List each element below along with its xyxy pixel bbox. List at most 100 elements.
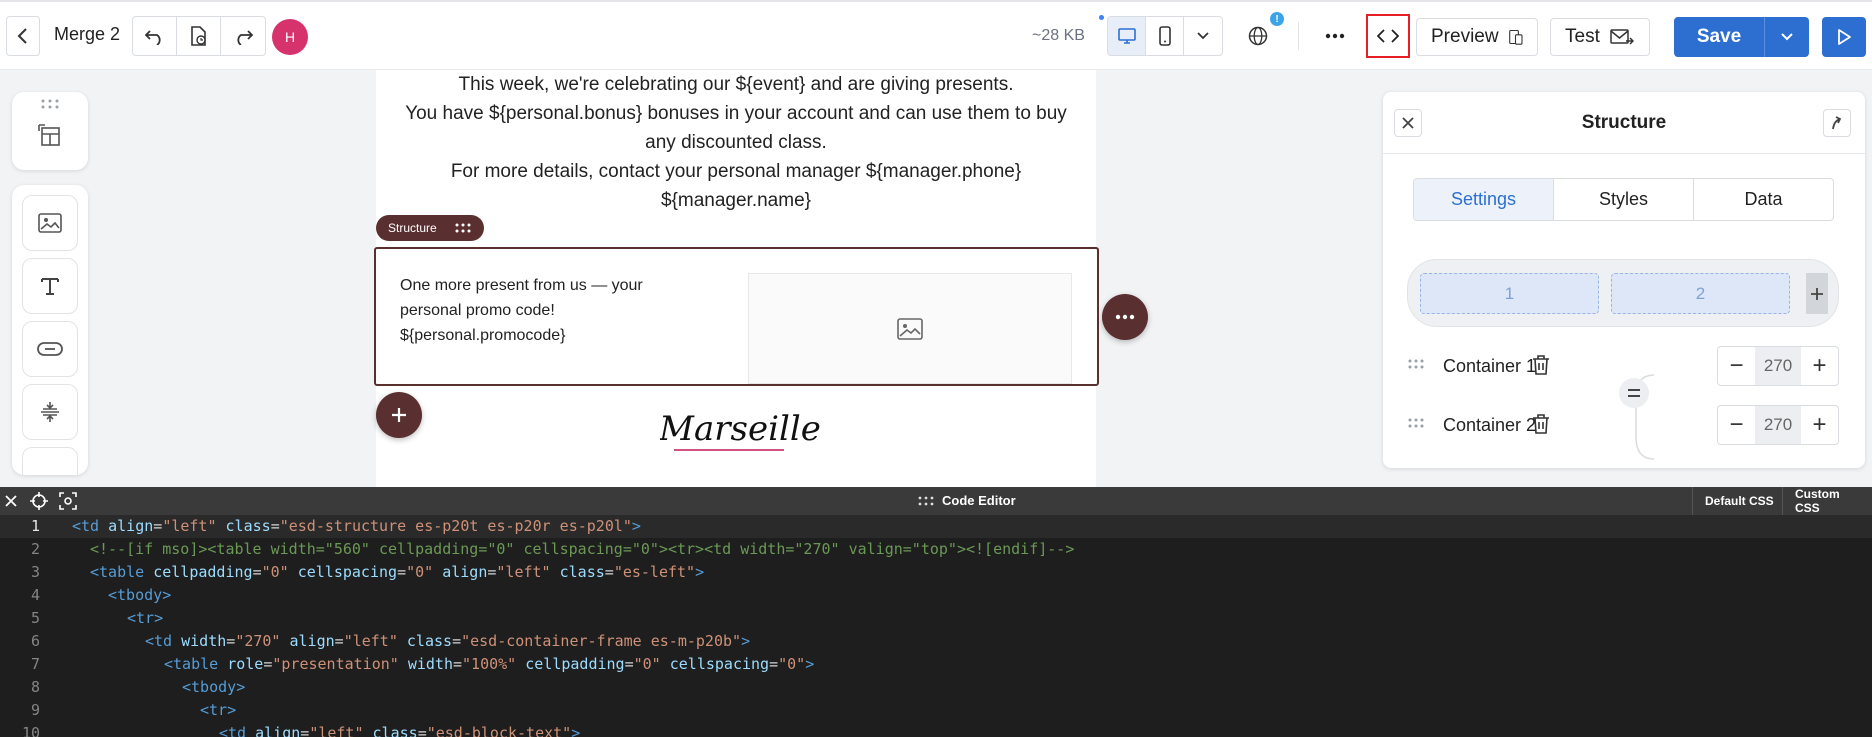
marseille-logo: Marseille [660, 409, 820, 451]
layout-blocks-icon[interactable] [38, 122, 62, 148]
mobile-view-button[interactable] [1146, 17, 1184, 55]
add-column-button[interactable] [1806, 273, 1828, 314]
code-line[interactable]: 7 <table role="presentation" width="100%"… [0, 653, 1872, 676]
container-width-stepper: − 270 + [1717, 346, 1839, 386]
structure-tag[interactable]: Structure [376, 215, 484, 241]
tab-data[interactable]: Data [1694, 179, 1833, 220]
history-group [132, 16, 266, 56]
locate-element-button[interactable] [28, 490, 50, 512]
code-line[interactable]: 9 <tr> [0, 699, 1872, 722]
tab-styles[interactable]: Styles [1554, 179, 1694, 220]
column-2[interactable]: 2 [1611, 273, 1790, 314]
email-text-line[interactable]: For more details, contact your personal … [376, 157, 1096, 186]
image-block-button[interactable] [22, 195, 78, 251]
default-css-button[interactable]: Default CSS [1692, 487, 1786, 515]
document-name[interactable]: Merge 2 [54, 24, 120, 45]
email-text-line[interactable]: ${manager.name} [376, 186, 1096, 215]
device-switcher [1107, 16, 1223, 56]
spacer-block-button[interactable] [22, 384, 78, 440]
run-button[interactable] [1822, 17, 1866, 57]
select-parent-button[interactable] [1823, 109, 1851, 137]
text-block-button[interactable] [22, 258, 78, 314]
svg-text:Marseille: Marseille [660, 409, 820, 449]
more-horizontal-icon [1325, 33, 1345, 39]
arrow-up-parent-icon [1832, 116, 1842, 130]
save-button[interactable]: Save [1674, 17, 1764, 57]
drag-handle-icon[interactable] [1407, 417, 1425, 429]
preview-label: Preview [1431, 26, 1499, 47]
email-text-line[interactable]: You have ${personal.bonus} bonuses in yo… [376, 99, 1096, 128]
code-line[interactable]: 8 <tbody> [0, 676, 1872, 699]
focus-selection-button[interactable] [57, 490, 79, 512]
preview-button[interactable]: Preview [1416, 18, 1538, 56]
panel-tabs: Settings Styles Data [1413, 178, 1834, 221]
panel-header: Structure [1383, 92, 1865, 154]
increase-width-button[interactable]: + [1801, 347, 1838, 385]
code-editor-title[interactable]: Code Editor [918, 493, 1016, 508]
drag-handle-icon [918, 496, 934, 505]
code-line[interactable]: 10 <td align="left" class="esd-block-text… [0, 722, 1872, 737]
code-line[interactable]: 3 <table cellpadding="0" cellspacing="0" … [0, 561, 1872, 584]
chevron-down-icon [1781, 33, 1793, 41]
code-editor-body[interactable]: 1 <td align="left" class="esd-structure e… [0, 515, 1872, 737]
more-blocks-button[interactable] [22, 447, 78, 475]
more-horizontal-icon [1115, 314, 1135, 320]
test-button[interactable]: Test [1550, 18, 1650, 56]
close-code-editor-button[interactable] [0, 490, 22, 512]
button-block-button[interactable] [22, 321, 78, 377]
container-row: Container 2 − 270 + [1407, 405, 1847, 445]
back-button[interactable] [6, 16, 40, 56]
structure-tag-label: Structure [388, 221, 437, 235]
increase-width-button[interactable]: + [1801, 406, 1838, 444]
drag-handle-icon[interactable] [1407, 358, 1425, 370]
trash-icon[interactable] [1531, 413, 1551, 435]
undo-button[interactable] [133, 17, 177, 55]
code-editor-header: Code Editor Default CSS Custom CSS [0, 487, 1872, 515]
tab-settings[interactable]: Settings [1414, 179, 1554, 220]
desktop-view-button[interactable] [1108, 17, 1146, 55]
image-placeholder[interactable] [748, 273, 1072, 384]
column-1[interactable]: 1 [1420, 273, 1599, 314]
code-line[interactable]: 1 <td align="left" class="esd-structure e… [0, 515, 1872, 538]
trash-icon[interactable] [1531, 354, 1551, 376]
language-button[interactable]: ! [1236, 12, 1284, 56]
code-line[interactable]: 6 <td width="270" align="left" class="esd… [0, 630, 1872, 653]
globe-icon [1248, 26, 1268, 46]
column-layout-strip: 1 2 [1407, 259, 1839, 327]
undo-icon [144, 30, 161, 45]
more-options-button[interactable] [1314, 16, 1356, 56]
image-icon [897, 317, 923, 340]
code-editor-toggle-button[interactable] [1366, 14, 1410, 58]
save-options-button[interactable] [1764, 17, 1809, 57]
selected-structure[interactable]: One more present from us — your personal… [374, 247, 1099, 386]
container-row: Container 1 − 270 + [1407, 346, 1847, 386]
preview-devices-icon [1508, 29, 1523, 45]
email-text-line[interactable]: This week, we're celebrating our ${event… [376, 70, 1096, 99]
version-history-button[interactable] [177, 17, 221, 55]
container-width-stepper: − 270 + [1717, 405, 1839, 445]
redo-button[interactable] [221, 17, 265, 55]
user-avatar[interactable]: H [272, 19, 308, 55]
redo-icon [237, 30, 253, 45]
code-line[interactable]: 4 <tbody> [0, 584, 1872, 607]
container-width-value[interactable]: 270 [1755, 347, 1801, 385]
notification-badge: ! [1270, 12, 1284, 26]
add-block-button[interactable] [376, 392, 422, 438]
container-label: Container 1 [1443, 356, 1537, 376]
image-icon [38, 213, 62, 233]
panel-title: Structure [1581, 112, 1667, 133]
save-button-group: Save [1674, 17, 1809, 57]
code-line[interactable]: 2 <!--[if mso]><table width="560" cellpad… [0, 538, 1872, 561]
code-line[interactable]: 5 <tr> [0, 607, 1872, 630]
container-label: Container 2 [1443, 415, 1537, 435]
custom-css-button[interactable]: Custom CSS [1782, 487, 1872, 515]
decrease-width-button[interactable]: − [1718, 347, 1755, 385]
structure-more-button[interactable] [1102, 294, 1148, 340]
email-text-line[interactable]: any discounted class. [376, 128, 1096, 157]
container-width-value[interactable]: 270 [1755, 406, 1801, 444]
promo-text-block[interactable]: One more present from us — your personal… [400, 273, 700, 348]
device-dropdown-button[interactable] [1184, 17, 1222, 55]
palette-top-panel [12, 92, 88, 170]
decrease-width-button[interactable]: − [1718, 406, 1755, 444]
chevron-left-icon [17, 28, 27, 44]
